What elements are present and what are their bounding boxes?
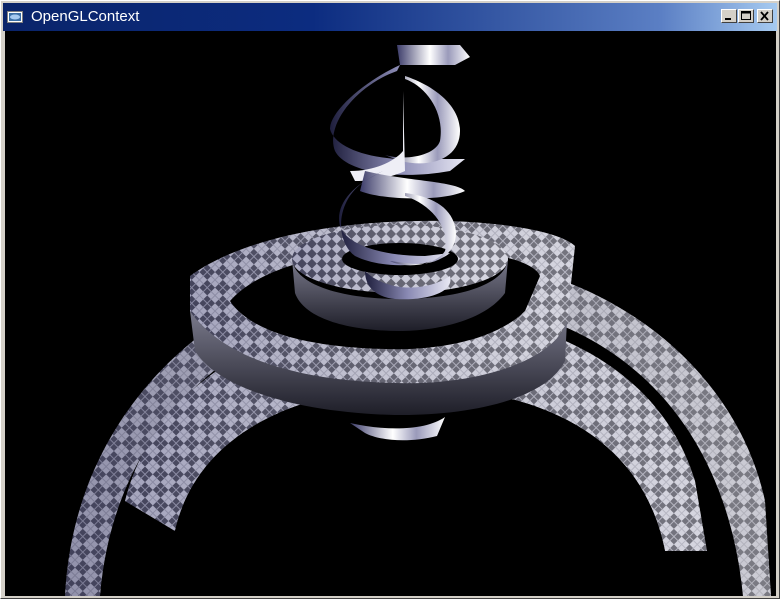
maximize-button[interactable] <box>738 9 754 23</box>
scene-canvas <box>65 45 771 596</box>
app-icon[interactable] <box>7 10 23 24</box>
maximize-icon <box>741 11 751 20</box>
minimize-icon <box>725 18 731 20</box>
opengl-viewport[interactable] <box>5 31 776 596</box>
minimize-button[interactable] <box>721 9 737 23</box>
window-title: OpenGLContext <box>31 8 140 25</box>
title-bar[interactable]: OpenGLContext <box>3 3 777 31</box>
close-icon <box>760 11 769 21</box>
application-window: OpenGLContext <box>0 0 780 599</box>
close-button[interactable] <box>757 9 773 23</box>
inner-disc <box>292 225 508 331</box>
